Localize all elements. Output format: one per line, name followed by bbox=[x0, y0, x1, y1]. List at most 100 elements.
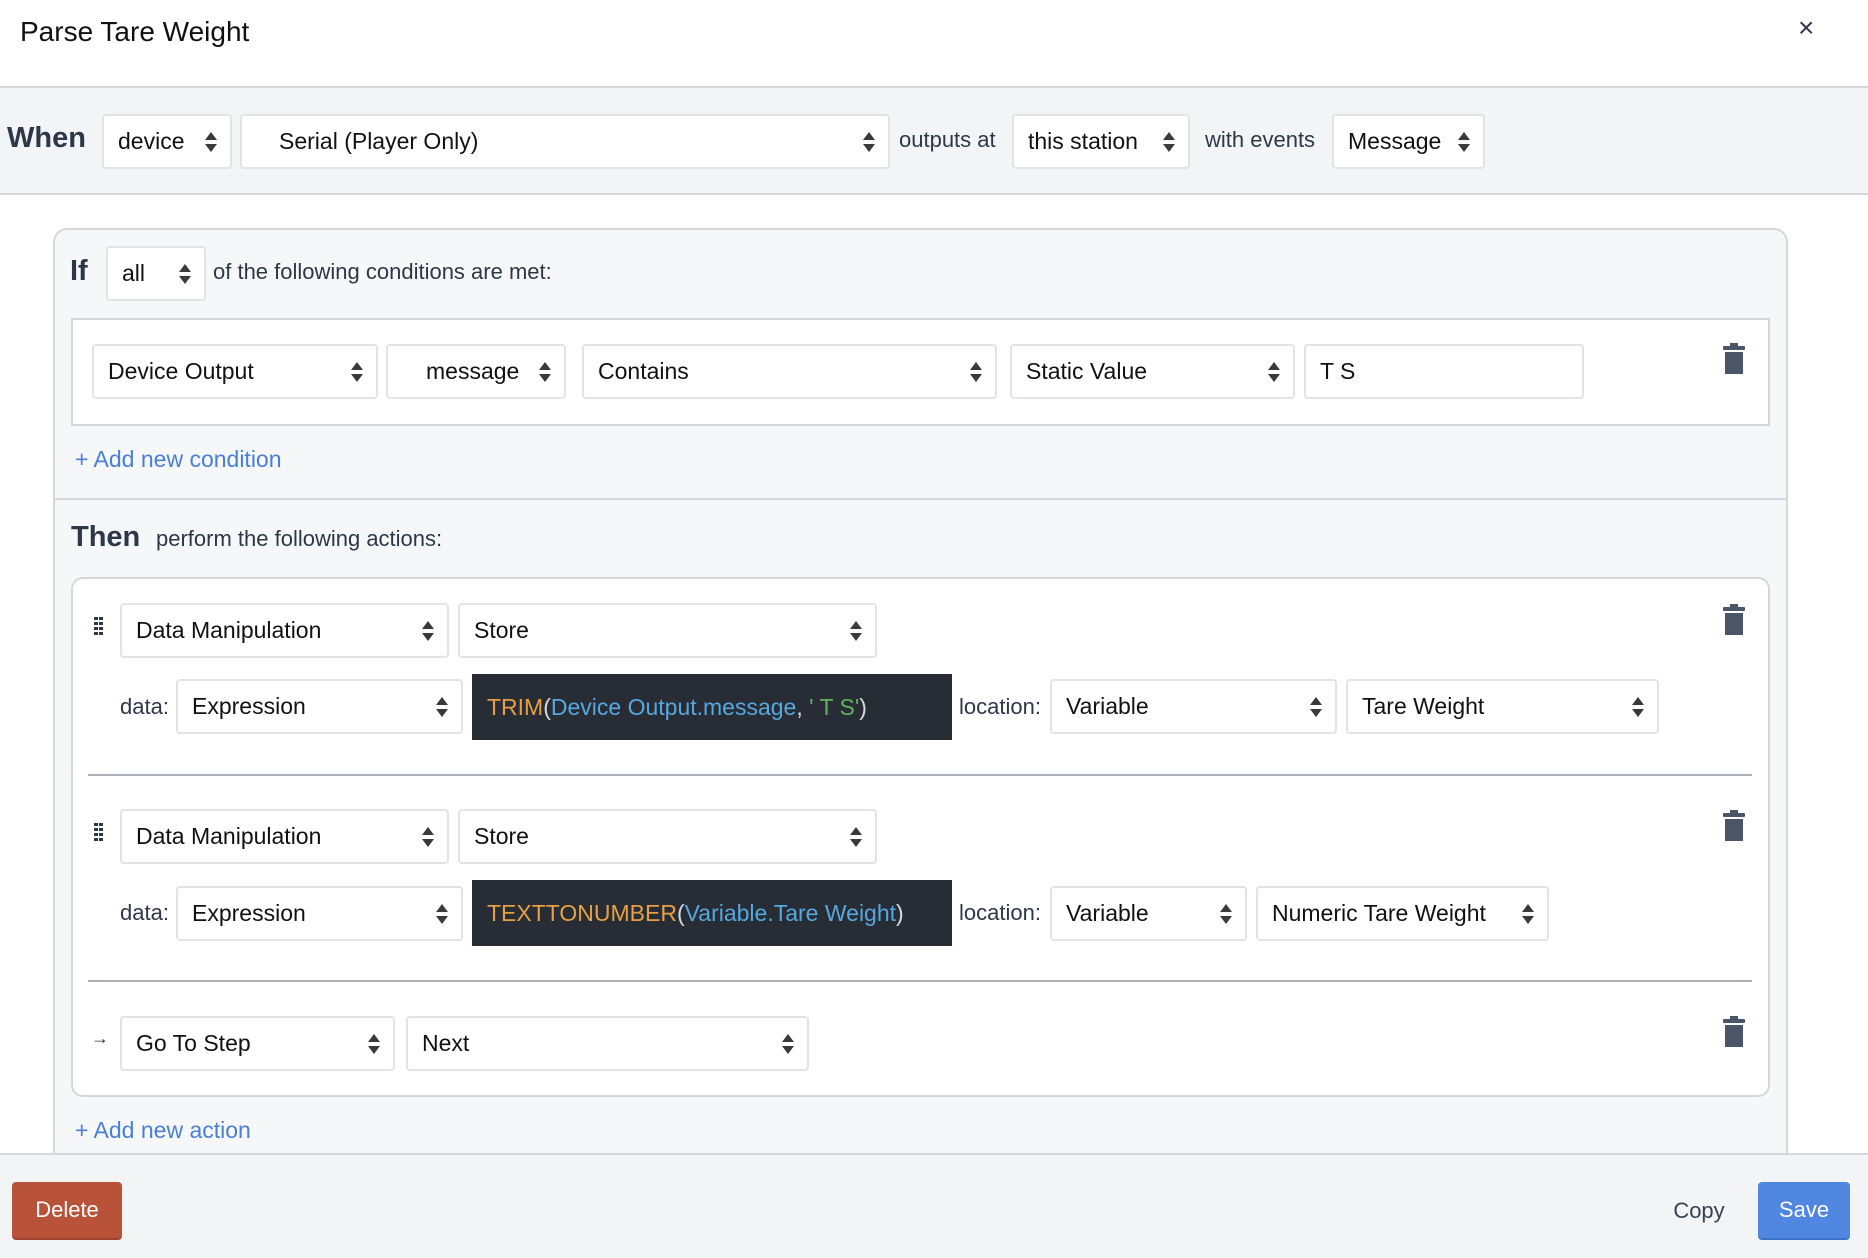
action-divider bbox=[88, 774, 1752, 776]
expr-string: ' T S' bbox=[809, 693, 860, 720]
condition-source-select[interactable]: Device Output bbox=[92, 344, 378, 399]
drag-handle-icon[interactable] bbox=[94, 823, 104, 841]
source-type-select[interactable]: device bbox=[102, 114, 232, 169]
trash-icon[interactable] bbox=[1723, 1016, 1745, 1047]
select-arrows-icon bbox=[969, 361, 983, 383]
expr-paren: ) bbox=[859, 693, 867, 720]
data-type-select[interactable]: Expression bbox=[176, 679, 463, 734]
trash-icon[interactable] bbox=[1723, 343, 1745, 374]
location-select[interactable]: Tare Weight bbox=[1346, 679, 1659, 734]
select-arrows-icon bbox=[862, 131, 876, 153]
location-type-value: Variable bbox=[1066, 900, 1149, 926]
action-type-select[interactable]: Store bbox=[458, 603, 877, 658]
location-value: Numeric Tare Weight bbox=[1272, 900, 1486, 926]
action-category-value: Data Manipulation bbox=[136, 617, 322, 643]
device-select[interactable]: Serial (Player Only) bbox=[240, 114, 890, 169]
expression-editor[interactable]: TRIM(Device Output.message, ' T S') bbox=[472, 674, 952, 740]
location-type-select[interactable]: Variable bbox=[1050, 886, 1247, 941]
location-label: location: bbox=[959, 694, 1041, 719]
event-select[interactable]: Message bbox=[1332, 114, 1485, 169]
expr-argument: Variable.Tare Weight bbox=[684, 899, 897, 926]
select-arrows-icon bbox=[367, 1033, 381, 1055]
location-select[interactable]: Numeric Tare Weight bbox=[1256, 886, 1549, 941]
condition-operator-value: Contains bbox=[598, 358, 689, 384]
action-category-value: Data Manipulation bbox=[136, 823, 322, 849]
expression-editor[interactable]: TEXTTONUMBER(Variable.Tare Weight) bbox=[472, 880, 952, 946]
condition-field-select[interactable]: message bbox=[386, 344, 566, 399]
delete-button[interactable]: Delete bbox=[12, 1182, 122, 1240]
select-arrows-icon bbox=[849, 826, 863, 848]
trash-icon[interactable] bbox=[1723, 810, 1745, 841]
add-condition-link[interactable]: + Add new condition bbox=[75, 446, 282, 473]
copy-button[interactable]: Copy bbox=[1660, 1182, 1738, 1240]
dialog-title: Parse Tare Weight bbox=[20, 16, 250, 47]
source-type-value: device bbox=[118, 128, 185, 154]
select-arrows-icon bbox=[178, 263, 192, 285]
station-select[interactable]: this station bbox=[1012, 114, 1190, 169]
condition-value-input[interactable]: T S bbox=[1304, 344, 1584, 399]
outputs-at-label: outputs at bbox=[899, 127, 996, 152]
select-arrows-icon bbox=[849, 620, 863, 642]
data-type-value: Expression bbox=[192, 693, 306, 719]
expr-paren: ( bbox=[543, 693, 551, 720]
select-arrows-icon bbox=[538, 361, 552, 383]
expr-paren: ( bbox=[676, 899, 685, 926]
then-suffix-label: perform the following actions: bbox=[156, 526, 443, 551]
location-value: Tare Weight bbox=[1362, 693, 1485, 719]
condition-source-value: Device Output bbox=[108, 358, 254, 384]
condition-field-value: message bbox=[426, 358, 520, 384]
save-button[interactable]: Save bbox=[1758, 1182, 1850, 1240]
step-target-select[interactable]: Next bbox=[406, 1016, 809, 1071]
divider bbox=[55, 498, 1786, 500]
condition-value-type-select[interactable]: Static Value bbox=[1010, 344, 1295, 399]
select-arrows-icon bbox=[1267, 361, 1281, 383]
location-type-select[interactable]: Variable bbox=[1050, 679, 1337, 734]
action-type-value: Store bbox=[474, 617, 529, 643]
match-select[interactable]: all bbox=[106, 246, 206, 301]
dialog-header: Parse Tare Weight × bbox=[0, 0, 1868, 88]
expr-function: TRIM bbox=[487, 693, 544, 720]
select-arrows-icon bbox=[1219, 903, 1233, 925]
data-type-value: Expression bbox=[192, 900, 306, 926]
select-arrows-icon bbox=[421, 826, 435, 848]
action-category-value: Go To Step bbox=[136, 1030, 251, 1056]
dialog-footer: Delete Copy Save bbox=[0, 1153, 1868, 1258]
drag-handle-icon[interactable] bbox=[94, 617, 104, 635]
condition-operator-select[interactable]: Contains bbox=[582, 344, 997, 399]
action-category-select[interactable]: Data Manipulation bbox=[120, 603, 449, 658]
action-category-select[interactable]: Data Manipulation bbox=[120, 809, 449, 864]
trash-icon[interactable] bbox=[1723, 604, 1745, 635]
condition-value-type-value: Static Value bbox=[1026, 358, 1148, 384]
select-arrows-icon bbox=[1521, 903, 1535, 925]
select-arrows-icon bbox=[435, 696, 449, 718]
select-arrows-icon bbox=[1162, 131, 1176, 153]
expr-argument: Device Output.message bbox=[550, 693, 797, 720]
when-bar: When device Serial (Player Only) outputs… bbox=[0, 88, 1868, 195]
select-arrows-icon bbox=[1631, 696, 1645, 718]
event-value: Message bbox=[1348, 128, 1442, 154]
action-type-value: Store bbox=[474, 823, 529, 849]
select-arrows-icon bbox=[435, 903, 449, 925]
when-keyword: When bbox=[7, 122, 86, 154]
select-arrows-icon bbox=[781, 1033, 795, 1055]
if-suffix-label: of the following conditions are met: bbox=[213, 259, 552, 284]
location-label: location: bbox=[959, 900, 1041, 925]
station-value: this station bbox=[1028, 128, 1138, 154]
select-arrows-icon bbox=[421, 620, 435, 642]
location-type-value: Variable bbox=[1066, 693, 1149, 719]
select-arrows-icon bbox=[350, 361, 364, 383]
data-type-select[interactable]: Expression bbox=[176, 886, 463, 941]
step-target-value: Next bbox=[422, 1030, 470, 1056]
action-divider bbox=[88, 980, 1752, 982]
then-keyword: Then bbox=[71, 521, 141, 553]
device-value: Serial (Player Only) bbox=[279, 128, 479, 154]
action-type-select[interactable]: Store bbox=[458, 809, 877, 864]
close-icon[interactable]: × bbox=[1798, 14, 1814, 42]
action-category-select[interactable]: Go To Step bbox=[120, 1016, 395, 1071]
add-action-link[interactable]: + Add new action bbox=[75, 1117, 251, 1144]
if-keyword: If bbox=[70, 255, 88, 287]
with-events-label: with events bbox=[1205, 127, 1316, 152]
expr-paren: ) bbox=[896, 899, 904, 926]
arrow-right-icon: → bbox=[91, 1028, 109, 1048]
select-arrows-icon bbox=[204, 131, 218, 153]
